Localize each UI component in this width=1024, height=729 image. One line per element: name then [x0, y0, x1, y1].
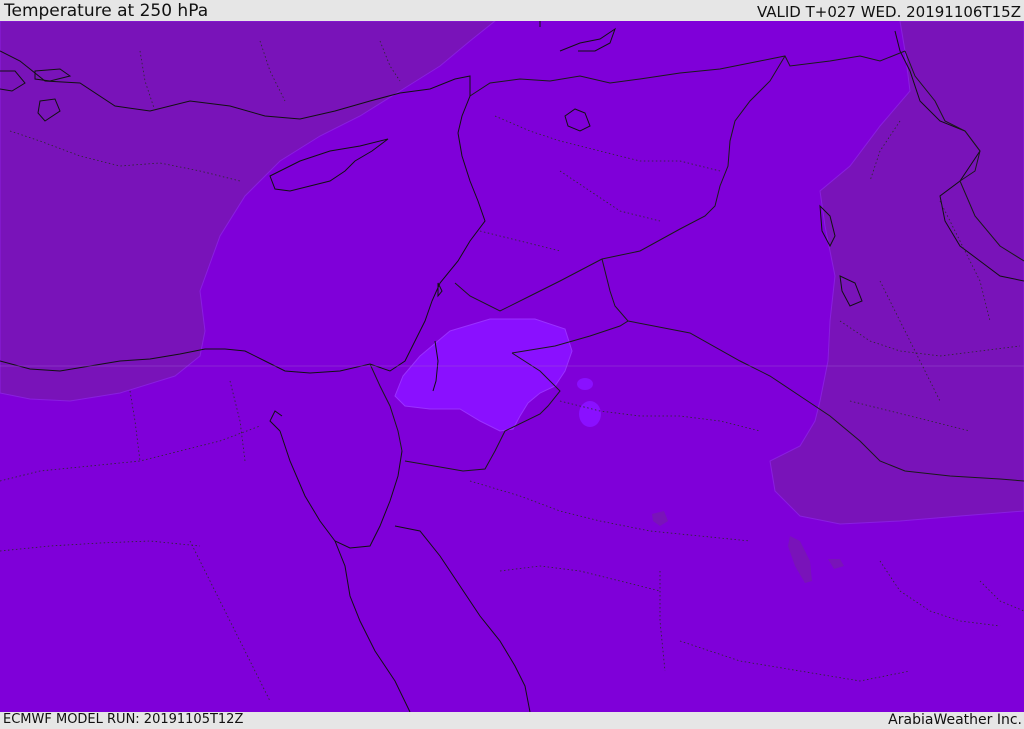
model-run-label: ECMWF MODEL RUN: 20191105T12Z — [3, 712, 244, 727]
credit-label: ArabiaWeather Inc. — [888, 712, 1022, 728]
valid-time: VALID T+027 WED. 20191106T15Z — [756, 3, 1021, 21]
cold-blob-1 — [579, 401, 601, 427]
weather-map[interactable] — [0, 21, 1024, 712]
map-title: Temperature at 250 hPa — [4, 1, 209, 21]
footer-bar: ECMWF MODEL RUN: 20191105T12Z ArabiaWeat… — [0, 712, 1024, 729]
header-bar: Temperature at 250 hPa VALID T+027 WED. … — [0, 0, 1024, 21]
cold-blob-2 — [577, 378, 593, 390]
